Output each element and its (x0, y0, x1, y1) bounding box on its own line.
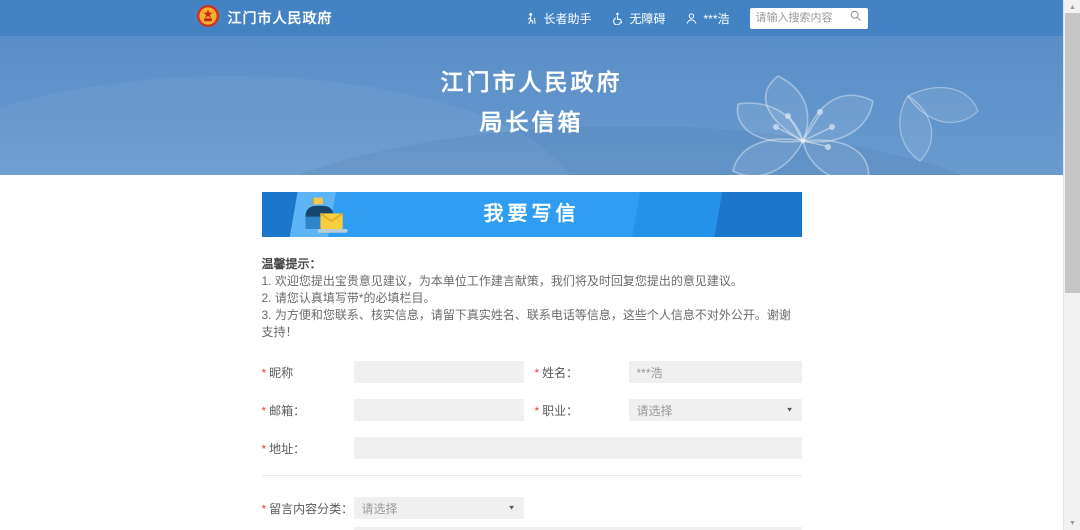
address-label: *地址： (262, 440, 354, 457)
form-row-nickname-name: *昵称 *姓名： (262, 361, 802, 383)
tips-title: 温馨提示： (262, 256, 802, 273)
form-row-email-occupation: *邮箱： *职业： 请选择 ▼ (262, 399, 802, 421)
elder-assistant-label: 长者助手 (543, 10, 591, 27)
elder-assistant-icon (525, 12, 538, 25)
site-logo-link[interactable]: 江门市人民政府 (196, 4, 333, 33)
national-emblem-icon (196, 4, 220, 33)
hero-banner: 江门市人民政府 局长信箱 (0, 36, 1063, 175)
form-row-address: *地址： (262, 437, 802, 459)
tips-line-3: 3. 为方便和您联系、核实信息，请留下真实姓名、联系电话等信息，这些个人信息不对… (262, 307, 802, 341)
main-content: 我要写信 温馨提示： 1. 欢迎您提出宝贵意见建议，为本单位工作建言献策，我们将… (0, 192, 1063, 530)
occupation-select[interactable]: 请选择 ▼ (629, 399, 802, 421)
email-label: *邮箱： (262, 402, 354, 419)
form-divider (262, 475, 802, 476)
nickname-label: *昵称 (262, 364, 354, 381)
search-input[interactable] (756, 12, 849, 24)
chevron-down-icon: ▼ (508, 505, 516, 511)
search-box (750, 8, 868, 29)
category-label: *留言内容分类： (262, 500, 354, 517)
tips-line-2: 2. 请您认真填写带*的必填栏目。 (262, 290, 802, 307)
category-select[interactable]: 请选择 ▼ (354, 497, 524, 519)
page-viewport: 江门市人民政府 长者助手 (0, 0, 1063, 530)
nickname-input[interactable] (354, 361, 524, 383)
site-name: 江门市人民政府 (228, 8, 333, 28)
scrollbar-thumb[interactable] (1065, 13, 1080, 293)
occupation-select-value: 请选择 (637, 402, 673, 419)
user-icon (685, 12, 698, 25)
chevron-down-icon: ▼ (786, 407, 794, 413)
write-letter-title: 我要写信 (262, 192, 802, 237)
category-select-value: 请选择 (362, 500, 398, 517)
accessibility-wheelchair-icon (611, 12, 624, 25)
tips-line-1: 1. 欢迎您提出宝贵意见建议，为本单位工作建言献策，我们将及时回复您提出的意见建… (262, 273, 802, 290)
elder-assistant-link[interactable]: 长者助手 (525, 10, 591, 27)
name-input[interactable] (629, 361, 802, 383)
scrollbar-down-arrow-icon[interactable]: ▼ (1064, 516, 1080, 530)
form-row-category: *留言内容分类： 请选择 ▼ (262, 497, 802, 519)
address-input[interactable] (354, 437, 802, 459)
hero-title-line1: 江门市人民政府 (0, 67, 1063, 97)
vertical-scrollbar[interactable]: ▲ ▼ (1063, 0, 1080, 530)
hero-title-line2: 局长信箱 (0, 107, 1063, 137)
letter-form: *昵称 *姓名： *邮箱： *职业： 请选择 ▼ (262, 361, 802, 530)
accessibility-label: 无障碍 (629, 10, 665, 27)
search-icon[interactable] (849, 9, 862, 27)
name-label: *姓名： (535, 364, 629, 381)
occupation-label: *职业： (535, 402, 629, 419)
accessibility-link[interactable]: 无障碍 (611, 10, 665, 27)
tips-block: 温馨提示： 1. 欢迎您提出宝贵意见建议，为本单位工作建言献策，我们将及时回复您… (262, 256, 802, 341)
write-letter-banner: 我要写信 (262, 192, 802, 237)
page: 江门市人民政府 长者助手 (0, 0, 1080, 530)
email-input[interactable] (354, 399, 524, 421)
scrollbar-up-arrow-icon[interactable]: ▲ (1064, 0, 1080, 14)
user-name-label: ***浩 (703, 10, 729, 27)
user-account-link[interactable]: ***浩 (685, 10, 729, 27)
top-header-bar: 江门市人民政府 长者助手 (0, 0, 1063, 36)
